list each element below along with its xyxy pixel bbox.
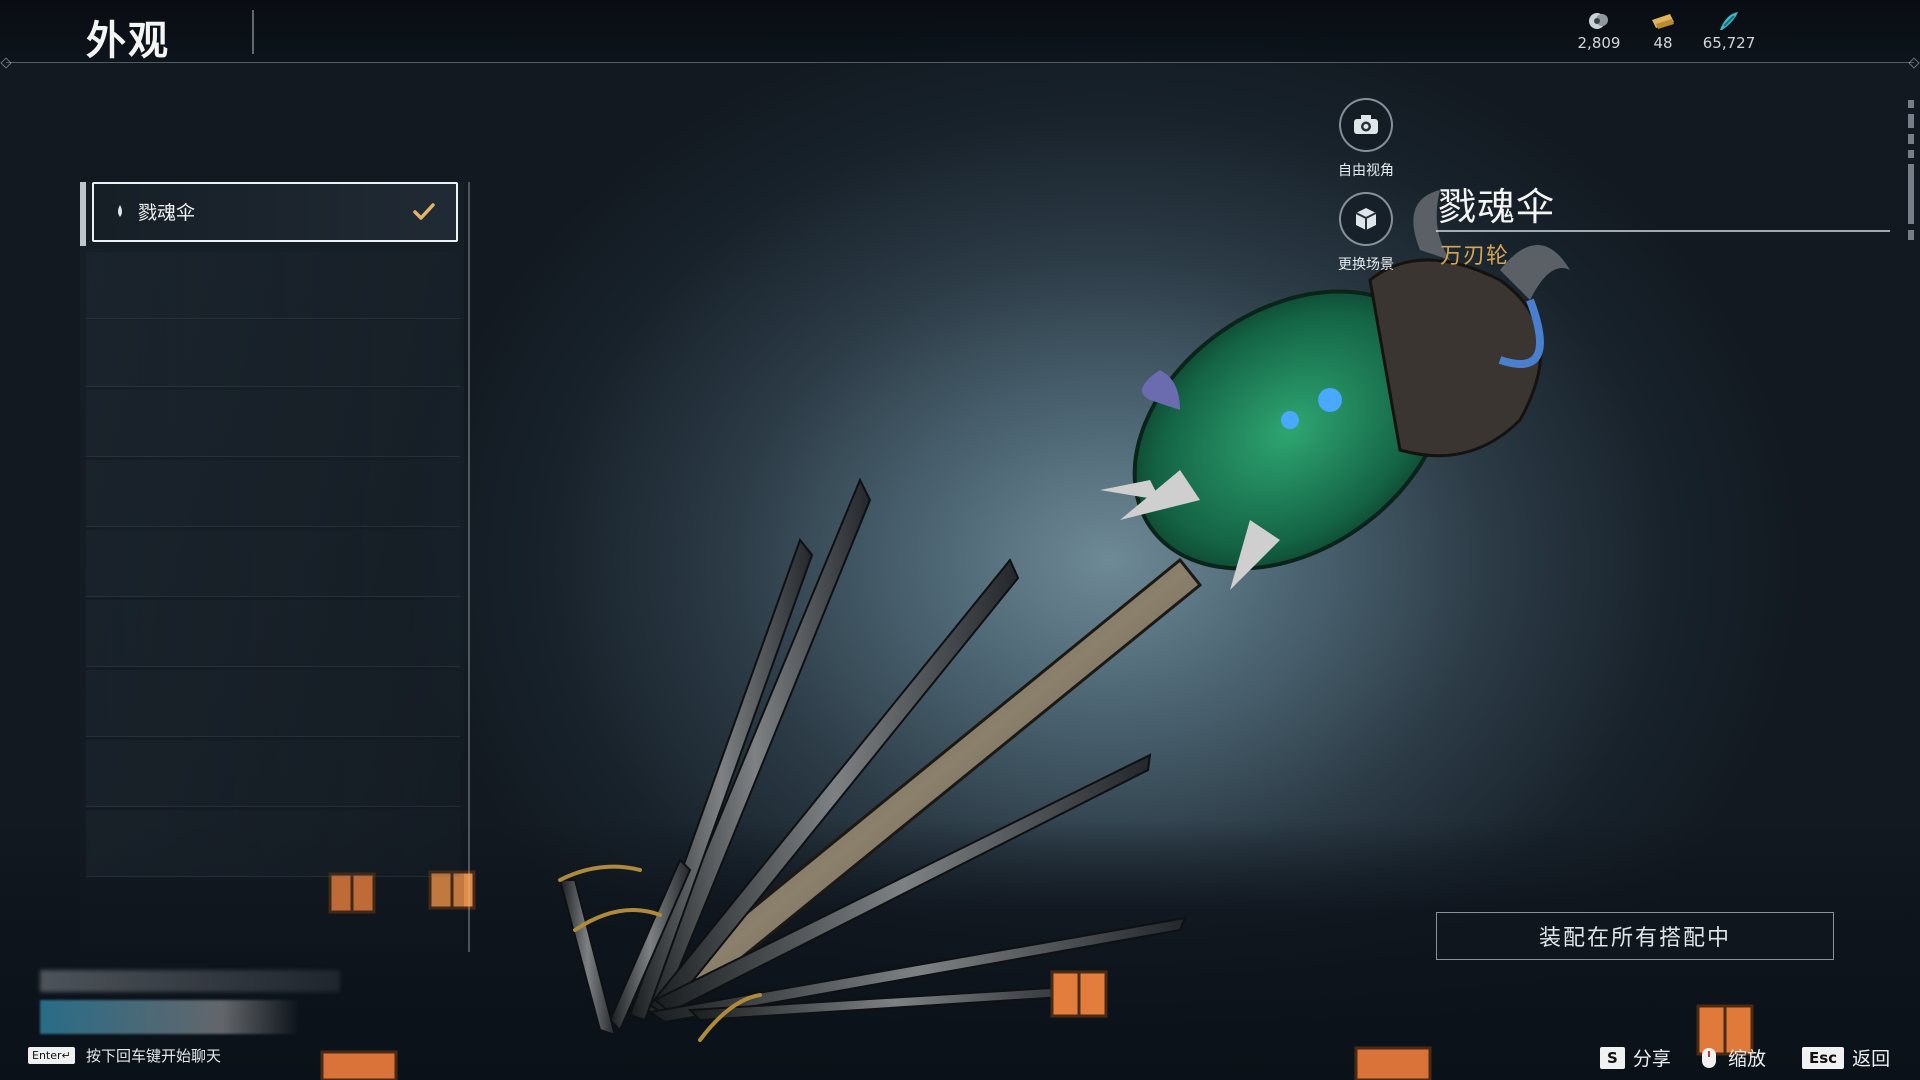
back-hint[interactable]: Esc 返回 [1802, 1044, 1890, 1071]
back-label: 返回 [1852, 1048, 1891, 1070]
share-hint[interactable]: S 分享 [1600, 1044, 1671, 1071]
zoom-hint[interactable]: 缩放 [1698, 1044, 1766, 1071]
title-divider [252, 10, 254, 54]
currency-jade-feather: 65,727 [1694, 10, 1764, 52]
list-item-label: 戮魂伞 [138, 202, 196, 224]
currency-value: 48 [1653, 34, 1673, 52]
list-slot-empty[interactable] [86, 810, 460, 877]
currency-spirit-coin: 2,809 [1564, 10, 1634, 52]
camera-icon [1339, 98, 1393, 152]
list-slot-empty[interactable] [86, 740, 460, 807]
list-slot-empty[interactable] [86, 530, 460, 597]
page-title: 外观 [86, 18, 170, 64]
list-slot-empty[interactable] [86, 600, 460, 667]
share-label: 分享 [1632, 1048, 1671, 1070]
chat-message-blurred [40, 1000, 300, 1034]
item-subtitle: 万刃轮 [1440, 244, 1510, 269]
zoom-label: 缩放 [1728, 1048, 1767, 1070]
right-scroll-indicator[interactable] [1908, 100, 1914, 246]
list-item-selected[interactable]: 戮魂伞 [92, 182, 458, 242]
s-key-badge: S [1600, 1046, 1625, 1069]
free-view-button[interactable]: 自由视角 [1336, 98, 1396, 180]
list-slot-empty[interactable] [86, 460, 460, 527]
currency-value: 2,809 [1577, 34, 1621, 52]
list-slot-empty[interactable] [86, 390, 460, 457]
equip-all-outfits-button[interactable]: 装配在所有搭配中 [1436, 912, 1834, 960]
change-scene-label: 更换场景 [1338, 257, 1394, 273]
mouse-icon [1702, 1047, 1716, 1068]
droplet-icon [118, 205, 122, 217]
list-scrollbar[interactable] [468, 182, 470, 952]
free-view-label: 自由视角 [1338, 163, 1394, 179]
cube-scene-icon [1339, 192, 1393, 246]
selection-rail [80, 182, 86, 246]
list-slot-empty[interactable] [86, 320, 460, 387]
list-slot-empty[interactable] [86, 670, 460, 737]
esc-key-badge: Esc [1802, 1046, 1845, 1069]
top-divider-line [6, 62, 1914, 63]
checkmark-icon [413, 203, 435, 220]
lantern-decoration [1354, 1046, 1432, 1080]
item-name-underline [1436, 230, 1890, 232]
list-slot-empty[interactable] [86, 252, 460, 319]
gold-ticket-icon [1652, 14, 1674, 29]
item-name: 戮魂伞 [1438, 185, 1556, 229]
jade-feather-icon [1720, 12, 1738, 30]
lantern-decoration [1050, 970, 1108, 1018]
chat-message-blurred [40, 970, 340, 992]
currency-gold-ticket: 48 [1628, 10, 1698, 52]
change-scene-button[interactable]: 更换场景 [1336, 192, 1396, 274]
currency-value: 65,727 [1702, 34, 1756, 52]
lantern-decoration [320, 1050, 398, 1080]
spirit-coin-icon [1589, 13, 1608, 29]
enter-key-badge: Enter↵ [28, 1047, 75, 1064]
chat-hint[interactable]: 按下回车键开始聊天 [86, 1045, 221, 1066]
